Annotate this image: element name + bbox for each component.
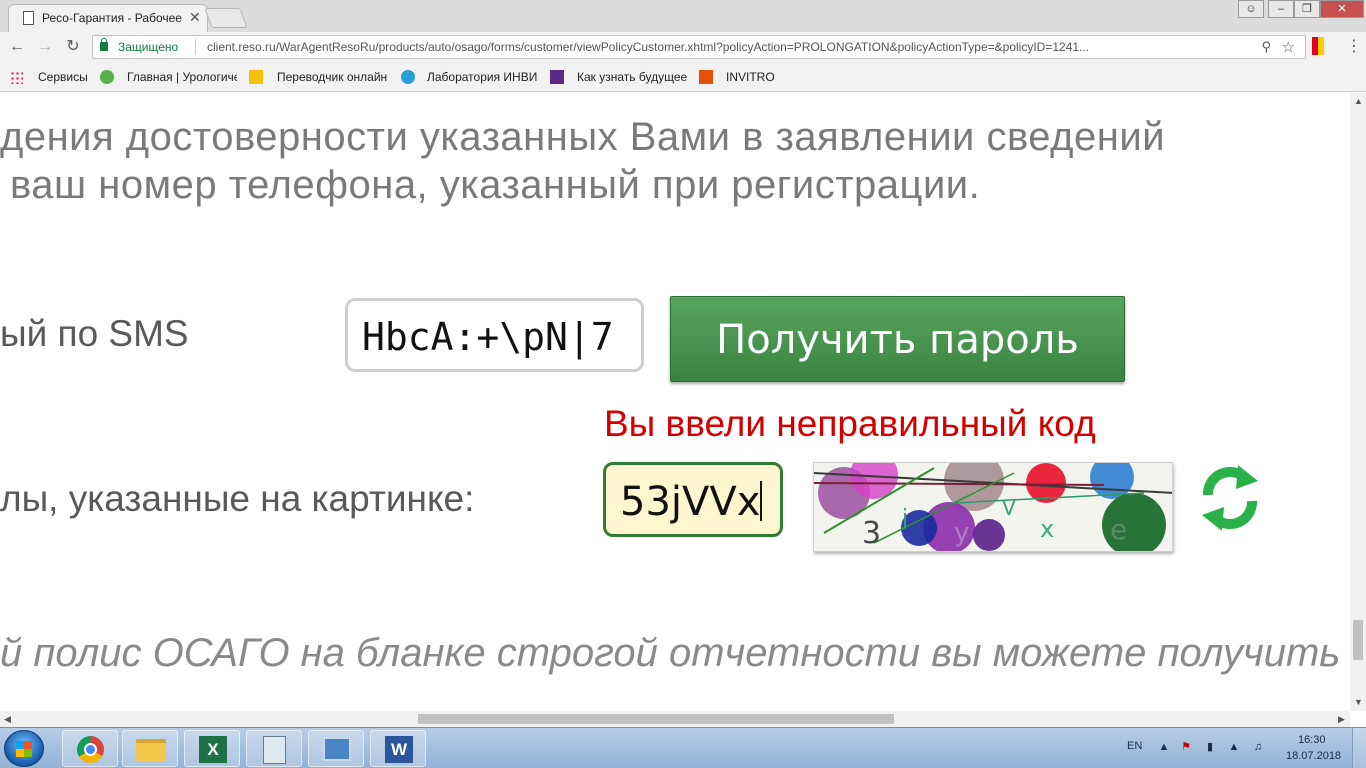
start-button[interactable] xyxy=(4,730,44,767)
intro-text-line-2: ваш номер телефона, указанный при регист… xyxy=(10,163,981,207)
scroll-up-icon[interactable]: ▲ xyxy=(1354,96,1363,106)
tab-strip: Ресо-Гарантия - Рабочее ✕ ☺ – ❐ ✕ xyxy=(0,0,1366,32)
word-icon: W xyxy=(385,736,413,763)
urology-icon xyxy=(100,70,114,84)
tab-title: Ресо-Гарантия - Рабочее xyxy=(42,11,182,25)
captcha-label: лы, указанные на картинке: xyxy=(0,478,475,519)
translator-icon xyxy=(249,70,263,84)
captcha-char-6: e xyxy=(1110,513,1127,546)
close-window-button[interactable]: ✕ xyxy=(1320,0,1364,18)
page-content: дения достоверности указанных Вами в зая… xyxy=(0,93,1350,711)
captcha-char-4: V xyxy=(1002,496,1016,520)
scroll-right-icon[interactable]: ▶ xyxy=(1338,714,1345,725)
taskbar-explorer[interactable] xyxy=(122,730,178,767)
windows-taskbar: X W EN ▲ ⚑ ▮ ▲ ♫ 16:30 18.07.2018 xyxy=(0,727,1366,768)
network-icon xyxy=(323,737,351,761)
lab-icon xyxy=(401,70,415,84)
new-tab-button[interactable] xyxy=(204,8,248,28)
captcha-char-2: j xyxy=(901,506,908,531)
scroll-left-icon[interactable]: ◀ xyxy=(4,714,11,725)
show-hidden-icons-icon[interactable]: ▲ xyxy=(1158,741,1170,753)
page-icon xyxy=(23,11,34,25)
lock-icon xyxy=(100,38,108,51)
scroll-down-icon[interactable]: ▼ xyxy=(1354,697,1363,707)
signal-icon[interactable]: ▲ xyxy=(1228,741,1240,753)
apps-icon[interactable] xyxy=(10,71,23,84)
clock-time[interactable]: 16:30 xyxy=(1298,734,1326,746)
taskbar-calculator[interactable] xyxy=(246,730,302,767)
browser-toolbar: ← → ↻ Защищено client.reso.ru/WarAgentRe… xyxy=(0,32,1366,62)
action-center-icon[interactable]: ⚑ xyxy=(1180,741,1192,753)
battery-icon[interactable]: ▮ xyxy=(1204,741,1216,753)
secure-label: Защищено xyxy=(118,40,179,54)
captcha-input-value: 53jVVx xyxy=(620,479,761,525)
taskbar-excel[interactable]: X xyxy=(184,730,240,767)
vertical-scroll-thumb[interactable] xyxy=(1353,620,1363,660)
captcha-char-1: 3 xyxy=(862,516,881,551)
calculator-icon xyxy=(263,736,286,764)
excel-icon: X xyxy=(199,736,227,763)
user-icon[interactable]: ☺ xyxy=(1238,0,1264,18)
url-text[interactable]: client.reso.ru/WarAgentResoRu/products/a… xyxy=(207,40,1247,54)
taskbar-word[interactable]: W xyxy=(370,730,426,767)
url-separator xyxy=(195,39,196,55)
extension-icon[interactable] xyxy=(1312,37,1324,55)
browser-tab[interactable]: Ресо-Гарантия - Рабочее ✕ xyxy=(8,4,208,32)
horizontal-scroll-thumb[interactable] xyxy=(418,714,894,724)
bookmark-star-icon[interactable]: ☆ xyxy=(1282,38,1295,56)
error-message: Вы ввели неправильный код xyxy=(604,403,1096,444)
bookmark-lab[interactable]: Лаборатория ИНВИ xyxy=(427,70,537,86)
vertical-scrollbar[interactable]: ▲ ▼ xyxy=(1350,93,1366,711)
show-desktop-button[interactable] xyxy=(1352,728,1366,768)
sms-password-input[interactable]: HbcA:+\pN|7 xyxy=(345,298,644,372)
bookmark-invitro[interactable]: INVITRO xyxy=(726,70,786,86)
horizontal-scrollbar[interactable]: ◀ ▶ xyxy=(0,711,1350,727)
bookmark-urology[interactable]: Главная | Урологиче xyxy=(127,70,237,86)
volume-icon[interactable]: ♫ xyxy=(1252,741,1264,753)
bookmark-translator[interactable]: Переводчик онлайн xyxy=(277,70,387,86)
invitro-icon xyxy=(699,70,713,84)
text-caret xyxy=(760,481,763,521)
captcha-char-5: x xyxy=(1040,515,1054,543)
get-password-button[interactable]: Получить пароль xyxy=(670,296,1125,382)
close-tab-icon[interactable]: ✕ xyxy=(189,9,201,26)
chrome-icon xyxy=(77,736,104,763)
captcha-noise: 3 j y V x e xyxy=(814,463,1172,551)
minimize-button[interactable]: – xyxy=(1268,0,1294,18)
bookmarks-bar: Сервисы Главная | Урологиче Переводчик о… xyxy=(0,62,1366,92)
bookmark-future[interactable]: Как узнать будущее xyxy=(577,70,687,86)
folder-icon xyxy=(136,739,166,761)
restore-button[interactable]: ❐ xyxy=(1294,0,1320,18)
sms-password-label: ый по SMS xyxy=(0,313,189,354)
clock-date[interactable]: 18.07.2018 xyxy=(1286,750,1341,762)
captcha-input[interactable]: 53jVVx xyxy=(603,462,783,537)
reload-icon[interactable]: ↻ xyxy=(64,38,82,56)
language-indicator[interactable]: EN xyxy=(1127,740,1142,752)
menu-icon[interactable]: ⋮ xyxy=(1346,36,1362,56)
address-bar[interactable]: Защищено client.reso.ru/WarAgentResoRu/p… xyxy=(92,35,1306,59)
taskbar-network[interactable] xyxy=(308,730,364,767)
intro-text-line-1: дения достоверности указанных Вами в зая… xyxy=(0,115,1166,159)
bookmark-services[interactable]: Сервисы xyxy=(38,70,98,86)
zoom-icon[interactable]: ⚲ xyxy=(1261,39,1271,55)
taskbar-chrome[interactable] xyxy=(62,730,118,767)
captcha-char-3: y xyxy=(954,518,969,548)
forward-icon[interactable]: → xyxy=(36,38,54,56)
outro-text: й полис ОСАГО на бланке строгой отчетнос… xyxy=(0,631,1341,675)
refresh-captcha-icon[interactable] xyxy=(1198,461,1262,533)
back-icon[interactable]: ← xyxy=(8,38,26,56)
captcha-image: 3 j y V x e xyxy=(813,462,1173,552)
future-icon xyxy=(550,70,564,84)
